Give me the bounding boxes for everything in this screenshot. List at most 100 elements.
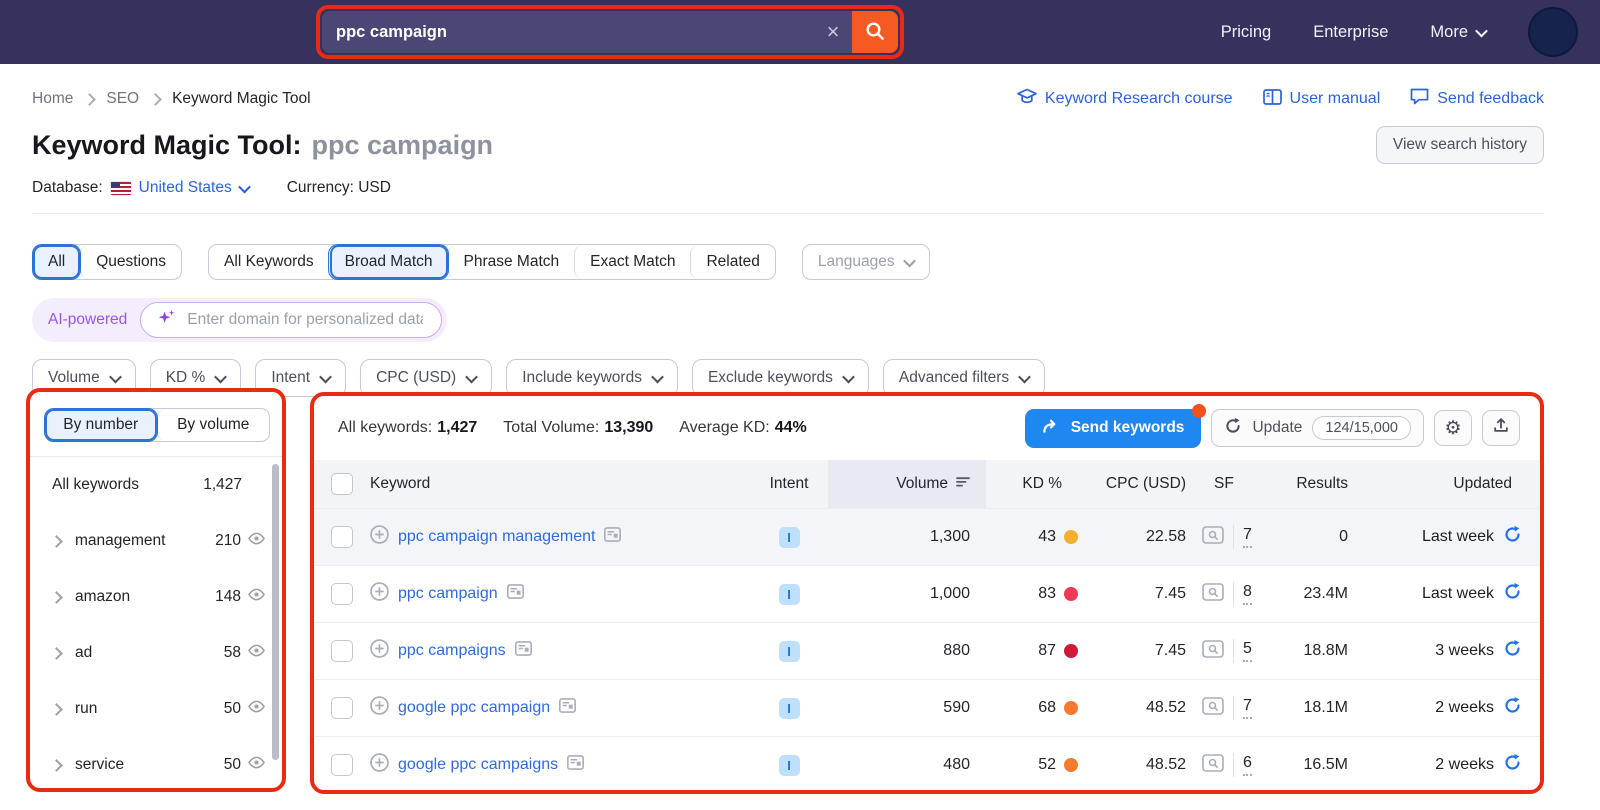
column-kd[interactable]: KD % [986,460,1084,508]
add-keyword-icon[interactable] [370,582,389,606]
group-item-ad[interactable]: ad 58 [30,625,282,681]
user-manual-link[interactable]: User manual [1262,88,1380,110]
serp-features-count[interactable]: 6 [1243,754,1252,776]
view-search-history-button[interactable]: View search history [1375,126,1544,164]
expand-chevron-icon[interactable] [50,646,63,660]
tab-all-keywords[interactable]: All Keywords [209,245,329,279]
group-item-run[interactable]: run 50 [30,681,282,737]
serp-features-count[interactable]: 8 [1243,583,1252,605]
by-volume-tab[interactable]: By volume [156,409,269,441]
tab-phrase-match[interactable]: Phrase Match [447,245,575,279]
ads-preview-icon[interactable] [1202,696,1224,720]
refresh-icon[interactable] [1503,639,1522,663]
tab-related[interactable]: Related [690,245,775,279]
column-sf[interactable]: SF [1190,460,1268,508]
eye-icon[interactable] [247,643,266,663]
column-cpc[interactable]: CPC (USD) [1084,460,1190,508]
ads-preview-icon[interactable] [1202,639,1224,663]
select-all-checkbox[interactable] [331,473,353,495]
serp-features-count[interactable]: 5 [1243,640,1252,662]
volume-cell: 480 [943,756,970,773]
group-item-management[interactable]: management 210 [30,513,282,569]
update-button[interactable]: Update 124/15,000 [1211,409,1424,447]
tab-all[interactable]: All [33,245,81,279]
add-keyword-icon[interactable] [370,525,389,549]
add-keyword-icon[interactable] [370,639,389,663]
ads-preview-icon[interactable] [1202,753,1224,777]
languages-dropdown[interactable]: Languages [801,244,930,280]
add-keyword-icon[interactable] [370,753,389,777]
refresh-icon[interactable] [1503,525,1522,549]
breadcrumb-seo[interactable]: SEO [106,90,139,108]
serp-preview-icon[interactable] [559,698,577,718]
table-settings-button[interactable]: ⚙ [1434,410,1472,446]
eye-icon[interactable] [247,755,266,775]
row-checkbox[interactable] [331,697,353,719]
keyword-search-input[interactable] [322,11,814,53]
ads-preview-icon[interactable] [1202,582,1224,606]
serp-preview-icon[interactable] [604,527,622,547]
eye-icon[interactable] [247,587,266,607]
serp-features-count[interactable]: 7 [1243,697,1252,719]
intent-badge[interactable]: I [778,640,800,662]
send-feedback-link[interactable]: Send feedback [1410,88,1544,110]
eye-icon[interactable] [247,531,266,551]
group-item-service[interactable]: service 50 [30,737,282,788]
tab-questions[interactable]: Questions [80,245,182,279]
group-item-amazon[interactable]: amazon 148 [30,569,282,625]
refresh-icon[interactable] [1503,582,1522,606]
serp-preview-icon[interactable] [506,584,524,604]
all-keywords-row[interactable]: All keywords 1,427 [30,457,282,513]
send-keywords-button[interactable]: Send keywords [1024,403,1207,448]
add-keyword-icon[interactable] [370,696,389,720]
expand-chevron-icon[interactable] [50,702,63,716]
column-results[interactable]: Results [1268,460,1350,508]
tab-broad-match[interactable]: Broad Match [328,245,448,279]
table-row: ppc campaign management I 1,300 43 22.58… [314,508,1540,565]
ads-preview-icon[interactable] [1202,525,1224,549]
row-checkbox[interactable] [331,526,353,548]
serp-features-count[interactable]: 7 [1243,526,1252,548]
search-button[interactable] [852,11,898,53]
column-updated[interactable]: Updated [1350,460,1540,508]
nav-more[interactable]: More [1430,23,1488,42]
intent-badge[interactable]: I [778,583,800,605]
sidebar-scrollbar[interactable] [272,464,279,760]
row-checkbox[interactable] [331,583,353,605]
currency-label: Currency: USD [286,179,391,196]
expand-chevron-icon[interactable] [50,590,63,604]
column-volume[interactable]: Volume [828,460,986,508]
keyword-link[interactable]: google ppc campaign [398,699,550,717]
keyword-link[interactable]: google ppc campaigns [398,756,558,774]
intent-badge[interactable]: I [778,697,800,719]
expand-chevron-icon[interactable] [50,758,63,772]
export-button[interactable] [1482,410,1520,446]
domain-input[interactable] [185,310,426,330]
kd-dot [1064,701,1078,715]
intent-badge[interactable]: I [778,526,800,548]
clear-search-icon[interactable]: × [814,11,852,53]
nav-enterprise[interactable]: Enterprise [1313,23,1388,42]
keyword-link[interactable]: ppc campaigns [398,642,506,660]
database-selector[interactable]: United States [110,179,251,197]
keyword-link[interactable]: ppc campaign management [398,528,595,546]
column-keyword[interactable]: Keyword [370,460,750,508]
serp-preview-icon[interactable] [567,755,585,775]
row-checkbox[interactable] [331,754,353,776]
row-checkbox[interactable] [331,640,353,662]
by-number-tab[interactable]: By number [45,409,157,441]
column-intent[interactable]: Intent [750,460,828,508]
tab-exact-match[interactable]: Exact Match [574,245,691,279]
intent-badge[interactable]: I [778,754,800,776]
keyword-research-course-link[interactable]: Keyword Research course [1017,88,1233,110]
refresh-icon[interactable] [1503,753,1522,777]
breadcrumb-home[interactable]: Home [32,90,73,108]
keyword-link[interactable]: ppc campaign [398,585,498,603]
refresh-icon [1224,417,1242,440]
nav-pricing[interactable]: Pricing [1221,23,1271,42]
eye-icon[interactable] [247,699,266,719]
avatar[interactable] [1528,7,1578,57]
serp-preview-icon[interactable] [514,641,532,661]
refresh-icon[interactable] [1503,696,1522,720]
expand-chevron-icon[interactable] [50,534,63,548]
